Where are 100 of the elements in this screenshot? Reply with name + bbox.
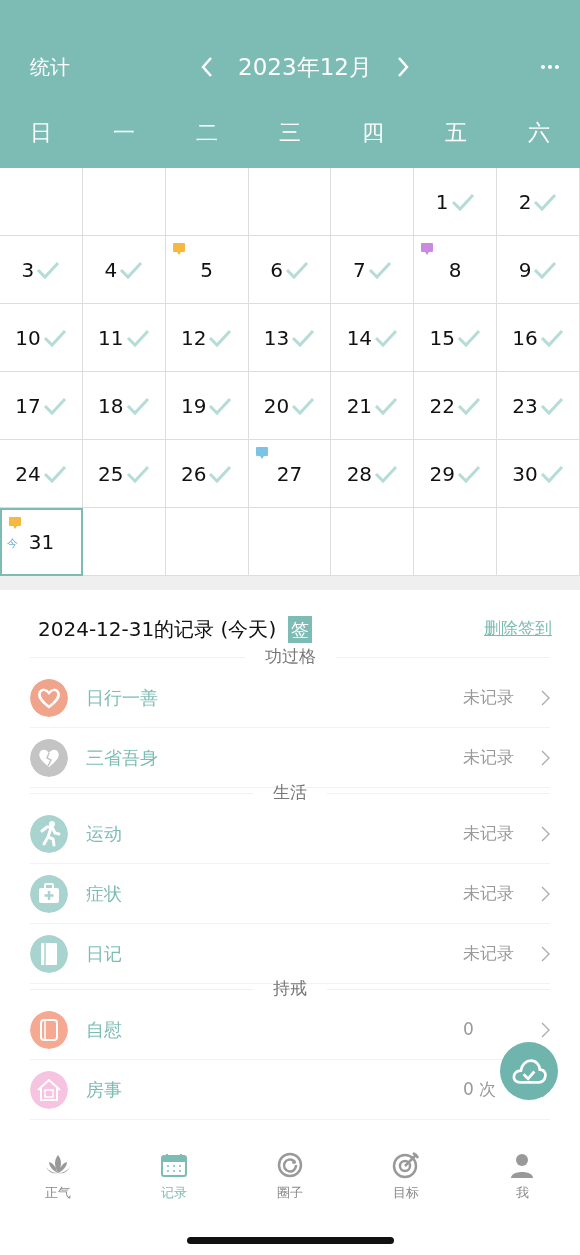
day-cell[interactable]: 2: [497, 168, 580, 236]
day-number: 26: [180, 460, 207, 488]
day-number: 27: [276, 460, 303, 488]
day-number: 16: [512, 324, 538, 352]
chevron-right-icon: [541, 885, 550, 902]
day-cell[interactable]: 6: [248, 236, 332, 304]
day-cell[interactable]: 19: [165, 372, 249, 440]
tab-item[interactable]: 我: [464, 1150, 580, 1204]
day-cell[interactable]: 11: [82, 304, 166, 372]
sign-badge: 签: [288, 615, 313, 643]
weekday-label: 日: [29, 118, 54, 147]
day-cell[interactable]: 3: [0, 236, 83, 304]
day-cell[interactable]: 10: [0, 304, 83, 372]
record-title: 2024-12-31的记录 (今天): [38, 616, 277, 643]
day-number: 2: [518, 188, 532, 216]
day-number: 22: [429, 392, 455, 420]
day-cell[interactable]: 14: [331, 304, 415, 372]
tab-item[interactable]: 圈子: [232, 1150, 348, 1204]
day-cell[interactable]: 29: [414, 440, 498, 508]
weekday-label: 二: [195, 118, 220, 147]
day-number: 3: [21, 256, 35, 284]
day-cell[interactable]: 26: [165, 440, 249, 508]
day-cell[interactable]: 4: [82, 236, 166, 304]
day-cell[interactable]: 8: [414, 236, 498, 304]
month-title: 2023年12月: [238, 52, 372, 82]
day-number: 30: [512, 460, 538, 488]
chevron-right-icon: [541, 689, 550, 706]
section-title: 持戒: [272, 977, 308, 1001]
weekday-label: 四: [360, 118, 385, 147]
section-title: 功过格: [263, 645, 317, 669]
day-cell[interactable]: 12: [165, 304, 249, 372]
day-number: 17: [15, 392, 41, 420]
day-number: 24: [15, 460, 41, 488]
day-number: 5: [200, 256, 213, 284]
day-cell[interactable]: 24: [0, 440, 83, 508]
day-number: 18: [98, 392, 124, 420]
today-label: 今: [7, 536, 18, 552]
day-cell[interactable]: 17: [0, 372, 83, 440]
day-number: 10: [15, 324, 41, 352]
day-cell[interactable]: 30: [497, 440, 580, 508]
record-value: 未记录: [463, 941, 515, 965]
day-number: 20: [263, 392, 290, 420]
record-value: 0 次: [463, 1077, 498, 1101]
section-title: 生活: [272, 781, 308, 805]
day-number: 23: [512, 392, 538, 420]
day-number: 9: [518, 256, 532, 284]
next-icon[interactable]: [395, 56, 410, 78]
weekday-label: 三: [278, 118, 302, 147]
day-number: 14: [346, 324, 373, 352]
day-number: 13: [263, 324, 290, 352]
record-value: 未记录: [463, 745, 515, 769]
previous-icon[interactable]: [200, 56, 215, 78]
day-cell[interactable]: 今 31: [0, 508, 83, 576]
day-cell[interactable]: 20: [248, 372, 332, 440]
chevron-right-icon: [541, 749, 550, 766]
weekday-label: 一: [112, 118, 137, 147]
chevron-right-icon: [541, 945, 550, 962]
day-cell[interactable]: 15: [414, 304, 498, 372]
weekday-label: 六: [526, 118, 551, 147]
day-cell[interactable]: 28: [331, 440, 415, 508]
day-cell[interactable]: 5: [165, 236, 249, 304]
day-number: 6: [270, 256, 283, 284]
day-cell[interactable]: 9: [497, 236, 580, 304]
day-number: 7: [353, 256, 366, 284]
record-value: 未记录: [463, 685, 515, 709]
calendar-icon: [159, 1151, 189, 1179]
day-cell[interactable]: 21: [331, 372, 415, 440]
day-cell[interactable]: 27: [248, 440, 332, 508]
day-cell[interactable]: 16: [497, 304, 580, 372]
day-number: 4: [104, 256, 118, 284]
record-value: 未记录: [463, 821, 515, 845]
day-number: 29: [429, 460, 455, 488]
record-value: 未记录: [463, 881, 515, 905]
chevron-right-icon: [541, 825, 550, 842]
day-number: 12: [180, 324, 207, 352]
more-icon[interactable]: [540, 64, 560, 70]
day-number: 28: [346, 460, 373, 488]
circle-icon: [275, 1151, 305, 1179]
day-number: 21: [346, 392, 373, 420]
cloud-check-icon: [511, 1057, 547, 1085]
day-number: 1: [435, 188, 449, 216]
day-number: 31: [28, 529, 55, 556]
tab-item[interactable]: 正气: [0, 1150, 116, 1204]
day-cell[interactable]: 23: [497, 372, 580, 440]
day-cell[interactable]: 22: [414, 372, 498, 440]
day-number: 19: [180, 392, 207, 420]
day-number: 11: [98, 324, 124, 352]
cloud-sync-button[interactable]: [500, 1042, 558, 1100]
day-number: 8: [448, 256, 462, 284]
day-number: 15: [429, 324, 455, 352]
day-cell[interactable]: 1: [414, 168, 498, 236]
record-value: 0: [463, 1017, 475, 1041]
day-cell[interactable]: 18: [82, 372, 166, 440]
day-cell[interactable]: 13: [248, 304, 332, 372]
day-cell[interactable]: 25: [82, 440, 166, 508]
chevron-right-icon: [541, 1021, 550, 1038]
weekday-label: 五: [443, 118, 468, 147]
tab-item[interactable]: 目标: [348, 1150, 464, 1204]
day-number: 25: [98, 460, 124, 488]
day-cell[interactable]: 7: [331, 236, 415, 304]
